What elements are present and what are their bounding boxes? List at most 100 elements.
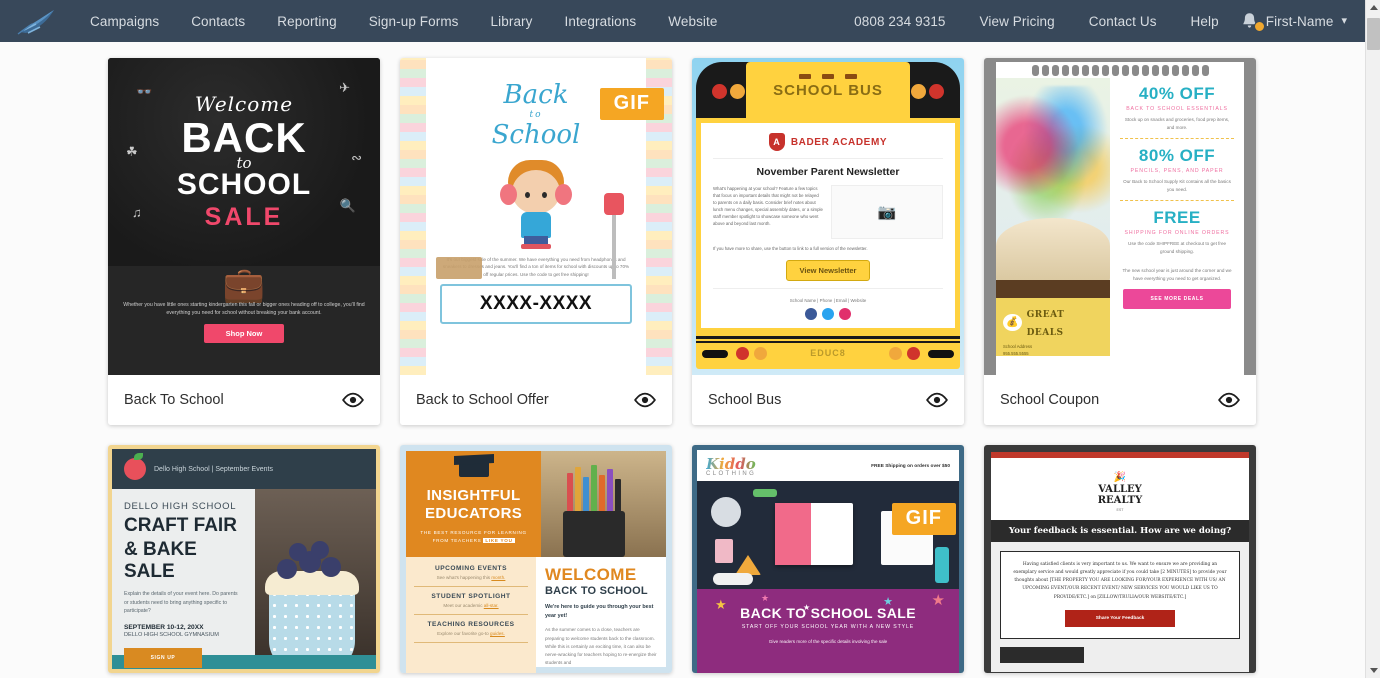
eye-icon[interactable] xyxy=(925,392,949,408)
offer-1-description: Stock up on snacks and groceries, food p… xyxy=(1124,117,1230,130)
sale-title: BACK TO SCHOOL SALE xyxy=(740,605,916,621)
content-panel: Having satisfied clients is very importa… xyxy=(991,542,1249,672)
card-title: School Bus xyxy=(708,392,782,408)
thumb-hero: 👓 ✈ ☘ ∾ ♫ 🔍 Welcome BACK to SCHOOL SALE xyxy=(108,58,380,266)
page-scrollbar[interactable] xyxy=(1365,0,1380,678)
feather-logo-icon[interactable] xyxy=(14,6,60,36)
nav-item-campaigns[interactable]: Campaigns xyxy=(74,14,175,29)
nav-item-website[interactable]: Website xyxy=(652,14,733,29)
eye-icon[interactable] xyxy=(341,392,365,408)
newsletter-paragraph-2: If you have more to share, use the butto… xyxy=(713,246,868,251)
brand-panel: INSIGHTFUL EDUCATORS THE BEST RESOURCE F… xyxy=(406,451,542,557)
marker-item xyxy=(935,547,949,583)
nav-item-integrations[interactable]: Integrations xyxy=(549,14,653,29)
template-card-school-bus[interactable]: SCHOOL BUS A BADER ACADEMY November Pare… xyxy=(692,58,964,425)
shop-now-button[interactable]: Shop Now xyxy=(203,323,285,343)
scroll-up-arrow-icon[interactable] xyxy=(1366,0,1380,15)
sale-subtitle: START OFF YOUR SCHOOL YEAR WITH A NEW ST… xyxy=(741,624,915,630)
template-thumbnail[interactable]: INSIGHTFUL EDUCATORS THE BEST RESOURCE F… xyxy=(400,445,672,673)
boy-with-headphones-illustration xyxy=(488,154,584,250)
nav-item-library[interactable]: Library xyxy=(475,14,549,29)
brand-lockup: Kiddo CLOTHING xyxy=(706,455,756,477)
header-school-name: Dello High School | September Events xyxy=(154,465,273,473)
user-account-menu[interactable]: First-Name ▾ xyxy=(1266,14,1351,29)
bus-roof: SCHOOL BUS xyxy=(696,62,960,118)
welcome-lead: We're here to guide you through your bes… xyxy=(545,604,654,619)
template-thumbnail[interactable]: 👓 ✈ ☘ ∾ ♫ 🔍 Welcome BACK to SCHOOL SALE … xyxy=(108,58,380,375)
event-title-line-2: & BAKE SALE xyxy=(124,539,197,582)
back-to-school-heading: BACK TO SCHOOL xyxy=(545,585,648,597)
desk-illustration xyxy=(697,481,959,589)
offer-2-amount: 80% OFF xyxy=(1138,146,1216,166)
nav-item-signup-forms[interactable]: Sign-up Forms xyxy=(353,14,475,29)
template-card-school-coupon[interactable]: 💰 GREAT DEALS School Address 955.555.555… xyxy=(984,58,1256,425)
nav-item-reporting[interactable]: Reporting xyxy=(261,14,352,29)
doodle-plane-icon: ✈ xyxy=(339,80,350,95)
event-title-line-1: CRAFT FAIR xyxy=(124,515,237,536)
template-grid: 👓 ✈ ☘ ∾ ♫ 🔍 Welcome BACK to SCHOOL SALE … xyxy=(0,58,1365,673)
hero-back-text: BACK xyxy=(181,113,307,161)
template-thumbnail[interactable]: Dello High School | September Events DEL… xyxy=(108,445,380,673)
bus-lamp-red-right xyxy=(929,84,944,99)
bench-illustration xyxy=(436,257,482,279)
eye-icon[interactable] xyxy=(1217,392,1241,408)
brand-line-2: EDUCATORS xyxy=(424,505,523,522)
see-more-deals-button[interactable]: SEE MORE DEALS xyxy=(1123,288,1232,309)
view-newsletter-button[interactable]: View Newsletter xyxy=(785,260,871,282)
twitter-icon[interactable] xyxy=(822,308,834,321)
nav-item-view-pricing[interactable]: View Pricing xyxy=(963,14,1072,29)
template-card-kiddo-clothing[interactable]: GIF Kiddo CLOTHING FREE Shipping on orde… xyxy=(692,445,964,673)
crayon-item xyxy=(753,489,777,497)
section-teaching-resources: TEACHING RESOURCES Explore our favorite … xyxy=(414,621,528,643)
palette-item xyxy=(711,497,741,527)
share-feedback-button[interactable]: Share Your Feedback xyxy=(1065,609,1175,627)
template-thumbnail[interactable]: GIF Back to School It's our biggest sale… xyxy=(400,58,672,375)
template-card-insightful-educators[interactable]: INSIGHTFUL EDUCATORS THE BEST RESOURCE F… xyxy=(400,445,672,673)
bumper-lamp-red-right xyxy=(907,347,920,361)
section-student-spotlight: STUDENT SPOTLIGHT Meet our academic all-… xyxy=(414,593,528,615)
card-footer: School Coupon xyxy=(984,375,1256,425)
gif-badge: GIF xyxy=(599,88,664,120)
triangle-ruler-item xyxy=(735,555,761,575)
instagram-icon[interactable] xyxy=(839,308,851,321)
bumper-left xyxy=(702,350,728,359)
eye-icon[interactable] xyxy=(633,392,657,408)
brand-footer: 💰 GREAT DEALS School Address 955.555.555… xyxy=(996,298,1111,356)
template-card-back-to-school[interactable]: 👓 ✈ ☘ ∾ ♫ 🔍 Welcome BACK to SCHOOL SALE … xyxy=(108,58,380,425)
footer-strip xyxy=(1000,646,1084,663)
secondary-nav-links: 0808 234 9315 View Pricing Contact Us He… xyxy=(837,8,1365,34)
thumb-blurb: Whether you have little ones starting ki… xyxy=(123,302,365,316)
scrollbar-thumb[interactable] xyxy=(1367,18,1380,50)
nav-item-contact-us[interactable]: Contact Us xyxy=(1072,14,1174,29)
card-title: Back to School Offer xyxy=(416,392,549,408)
divider-dashed-1 xyxy=(1120,138,1234,140)
blueberry xyxy=(276,559,297,579)
blueberry xyxy=(310,541,329,559)
nav-item-contacts[interactable]: Contacts xyxy=(175,14,261,29)
hero-school-text: SCHOOL xyxy=(176,167,312,201)
newsletter-paper: A BADER ACADEMY November Parent Newslett… xyxy=(701,123,955,329)
sign-up-button[interactable]: SIGN UP xyxy=(124,648,202,669)
template-card-back-to-school-offer[interactable]: GIF Back to School It's our biggest sale… xyxy=(400,58,672,425)
notifications-button[interactable] xyxy=(1236,8,1266,34)
satchel-icon: 💼 xyxy=(222,266,266,304)
template-card-craft-fair[interactable]: Dello High School | September Events DEL… xyxy=(108,445,380,673)
bumper-text: EDUC8 xyxy=(810,348,846,359)
template-thumbnail[interactable]: SCHOOL BUS A BADER ACADEMY November Pare… xyxy=(692,58,964,375)
template-thumbnail[interactable]: 🎉 VALLEY REALTY EST Your feedback is ess… xyxy=(984,445,1256,673)
graduation-cap-icon xyxy=(458,461,489,477)
bus-bumper: EDUC8 xyxy=(696,333,960,370)
section-title: UPCOMING EVENTS xyxy=(435,565,507,572)
phone-number[interactable]: 0808 234 9315 xyxy=(837,14,962,29)
template-thumbnail[interactable]: GIF Kiddo CLOTHING FREE Shipping on orde… xyxy=(692,445,964,673)
facebook-icon[interactable] xyxy=(805,308,817,321)
template-thumbnail[interactable]: 💰 GREAT DEALS School Address 955.555.555… xyxy=(984,58,1256,375)
template-card-valley-realty[interactable]: 🎉 VALLEY REALTY EST Your feedback is ess… xyxy=(984,445,1256,673)
book-photo: 💰 GREAT DEALS School Address 955.555.555… xyxy=(996,78,1111,356)
cupcake-liner xyxy=(268,589,355,655)
cupcake-photo xyxy=(254,489,376,655)
scroll-down-arrow-icon[interactable] xyxy=(1366,663,1380,678)
email-content: UPCOMING EVENTS See what's happening thi… xyxy=(406,557,666,673)
brand-subtitle: CLOTHING xyxy=(706,471,757,477)
nav-item-help[interactable]: Help xyxy=(1174,14,1236,29)
